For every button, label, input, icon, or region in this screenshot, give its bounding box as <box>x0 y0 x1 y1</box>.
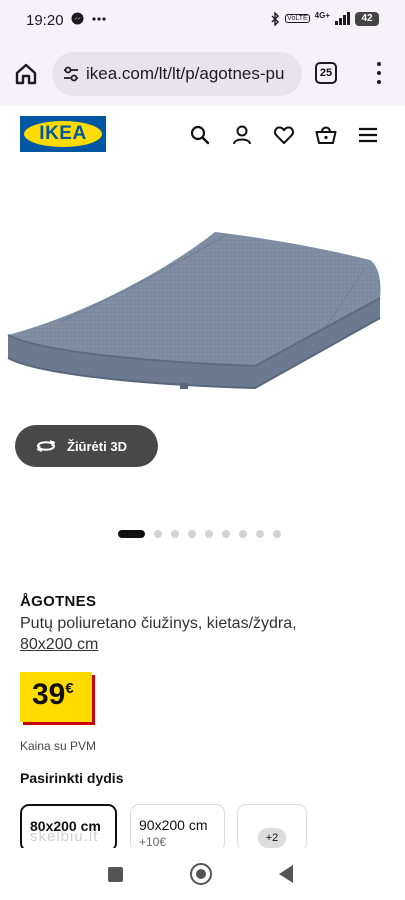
bluetooth-icon <box>271 11 280 26</box>
pagination-dot[interactable] <box>171 530 179 538</box>
battery-icon: 42 <box>355 11 379 26</box>
user-icon[interactable] <box>231 124 253 146</box>
browser-home-icon[interactable] <box>12 60 40 88</box>
messenger-icon <box>71 12 84 25</box>
pagination-dot[interactable] <box>118 530 145 538</box>
system-nav-bar <box>0 848 405 900</box>
product-description: Putų poliuretano čiužinys, kietas/žydra,… <box>20 613 390 655</box>
size-option-label: 90x200 cm <box>139 817 208 833</box>
heart-icon[interactable] <box>273 124 295 146</box>
browser-toolbar: ikea.com/lt/lt/p/agotnes-pu 25 <box>0 40 405 106</box>
size-option-price-diff: +10€ <box>139 835 167 849</box>
pagination-dot[interactable] <box>273 530 281 538</box>
recent-apps-icon[interactable] <box>108 867 123 882</box>
more-notifications-icon <box>92 16 106 21</box>
site-header: IKEA <box>0 106 405 164</box>
volte-badge: VoLTE <box>285 14 310 23</box>
pagination-dot[interactable] <box>205 530 213 538</box>
signal-icon <box>335 12 350 25</box>
pagination-dot[interactable] <box>222 530 230 538</box>
view-3d-button[interactable]: Žiūrėti 3D <box>15 425 158 467</box>
url-text[interactable]: ikea.com/lt/lt/p/agotnes-pu <box>86 64 284 84</box>
home-icon[interactable] <box>190 863 212 885</box>
status-time: 19:20 <box>26 12 64 29</box>
search-icon[interactable] <box>189 124 211 146</box>
price-tag: 39 € <box>20 672 92 722</box>
mattress-image <box>7 232 381 390</box>
size-option[interactable]: 90x200 cm +10€ <box>130 804 225 852</box>
back-icon[interactable] <box>279 865 293 883</box>
watermark: skelbiu.lt <box>30 828 99 845</box>
menu-icon[interactable] <box>357 124 379 146</box>
logo-text: IKEA <box>39 123 87 144</box>
basket-icon[interactable] <box>315 124 337 146</box>
site-settings-icon[interactable] <box>62 65 80 88</box>
more-sizes-chip[interactable]: +2 <box>258 828 286 848</box>
rotate-3d-icon <box>36 440 56 452</box>
pagination-dot[interactable] <box>188 530 196 538</box>
image-pagination <box>118 530 281 538</box>
product-image[interactable] <box>0 170 405 420</box>
choose-size-label: Pasirinkti dydis <box>20 770 124 786</box>
product-description-text: Putų poliuretano čiužinys, kietas/žydra, <box>20 615 297 632</box>
product-name: ÅGOTNES <box>20 593 97 610</box>
price-amount: 39 <box>32 678 66 711</box>
notification-icons <box>71 12 106 25</box>
tab-switcher-button[interactable]: 25 <box>315 62 337 84</box>
network-type: 4G+ <box>314 11 330 20</box>
status-bar: 19:20 VoLTE 4G+ 42 <box>0 0 405 40</box>
ikea-logo[interactable]: IKEA <box>20 116 106 152</box>
pagination-dot[interactable] <box>239 530 247 538</box>
browser-menu-icon[interactable] <box>374 60 384 86</box>
address-bar[interactable]: ikea.com/lt/lt/p/agotnes-pu <box>52 52 302 96</box>
status-right: VoLTE 4G+ 42 <box>271 11 379 26</box>
product-size-link[interactable]: 80x200 cm <box>20 636 98 653</box>
pagination-dot[interactable] <box>154 530 162 538</box>
pagination-dot[interactable] <box>256 530 264 538</box>
header-icons <box>189 124 379 146</box>
vat-note: Kaina su PVM <box>20 739 97 753</box>
view-3d-label: Žiūrėti 3D <box>67 438 127 454</box>
price-currency: € <box>65 680 74 697</box>
